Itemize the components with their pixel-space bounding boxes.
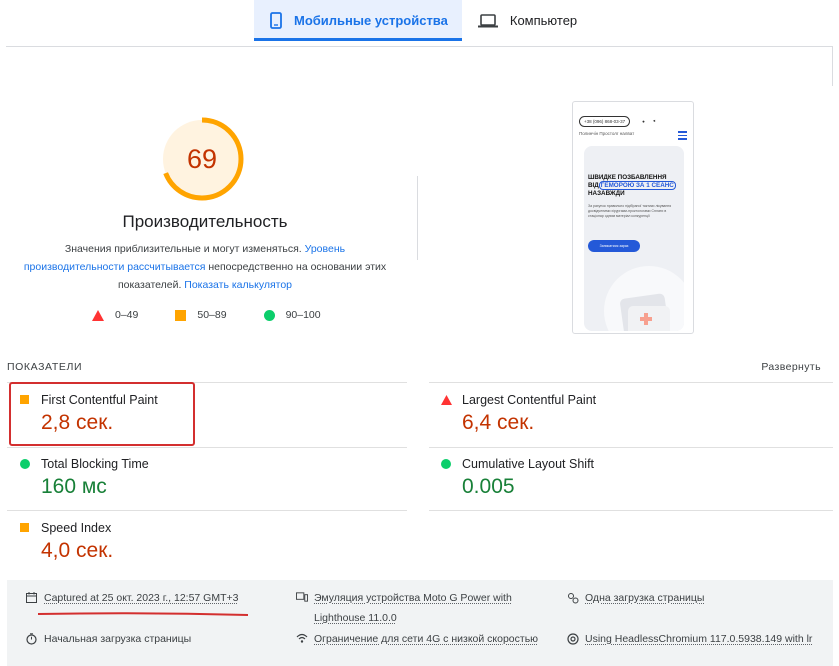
laptop-icon: [477, 13, 498, 28]
phone-icon: [270, 12, 282, 29]
red-triangle-icon: [92, 309, 104, 321]
throttling-item: Ограничение для сети 4G с низкой скорост…: [296, 633, 538, 645]
medical-cross-icon: [640, 313, 652, 325]
preview-subtitle: Полинчін Простолг налват: [579, 131, 635, 136]
menu-icon: [678, 131, 687, 142]
captured-item: Captured at 25 окт. 2023 г., 12:57 GMT+3: [26, 592, 238, 604]
preview-headline-2a: ВІД: [588, 182, 599, 189]
legend-poor: 0–49: [92, 309, 138, 321]
browser-item: Using HeadlessChromium 117.0.5938.149 wi…: [567, 633, 812, 645]
legend-good-label: 90–100: [285, 309, 321, 321]
captured-text[interactable]: Captured at 25 окт. 2023 г., 12:57 GMT+3: [44, 592, 238, 604]
single-load-icon: [567, 592, 579, 604]
device-tabs: Мобильные устройства Компьютер: [254, 0, 591, 41]
metric-divider: [429, 447, 833, 448]
vertical-divider: [417, 176, 418, 260]
red-underline: [38, 612, 248, 616]
desc-text-1: Значения приблизительные и могут изменят…: [64, 243, 305, 255]
orange-square-icon: [175, 309, 187, 321]
performance-description: Значения приблизительные и могут изменят…: [20, 240, 390, 294]
metric-divider: [7, 510, 407, 511]
preview-body: За рахунок правильно підібраної тактики …: [588, 204, 672, 218]
preview-topbar: +38 (096) 868-03-37 ● ◂: [579, 115, 655, 127]
single-load-item: Одна загрузка страницы: [567, 592, 704, 604]
tab-desktop-label: Компьютер: [509, 13, 578, 28]
preview-phone: +38 (096) 868-03-37: [579, 115, 631, 127]
green-circle-icon: [20, 459, 30, 469]
metric-value: 160 мс: [41, 475, 107, 498]
initial-load-text: Начальная загрузка страницы: [44, 633, 192, 645]
telegram-icon: ◂: [652, 118, 656, 123]
browser-text[interactable]: Using HeadlessChromium 117.0.5938.149 wi…: [585, 633, 812, 645]
legend-poor-label: 0–49: [115, 309, 139, 321]
wifi-icon: [296, 633, 308, 643]
highlight-box: [9, 382, 195, 446]
calendar-icon: [26, 592, 38, 603]
tab-desktop[interactable]: Компьютер: [462, 0, 591, 41]
metric-name: Largest Contentful Paint: [462, 393, 597, 407]
viber-icon: ●: [642, 118, 645, 124]
metric-value: 4,0 сек.: [41, 539, 114, 562]
tab-mobile[interactable]: Мобильные устройства: [254, 0, 462, 41]
right-divider: [832, 46, 833, 86]
devices-icon: [296, 592, 308, 602]
metric-divider: [429, 510, 833, 511]
emulation-item: Эмуляция устройства Moto G Power with Li…: [296, 592, 512, 628]
preview-hero: ШВИДКЕ ПОЗБАВЛЕННЯ ВІД ГЕМОРОЮ ЗА 1 СЕАНС…: [584, 146, 684, 331]
legend-average: 50–89: [175, 309, 227, 321]
tabs-divider: [6, 46, 832, 47]
tab-mobile-label: Мобильные устройства: [294, 13, 448, 28]
green-circle-icon: [441, 459, 451, 469]
metric-name: Speed Index: [41, 521, 112, 535]
emulation-text-1[interactable]: Эмуляция устройства Moto G Power with: [314, 588, 512, 608]
preview-headline: ШВИДКЕ ПОЗБАВЛЕННЯ ВІД ГЕМОРОЮ ЗА 1 СЕАНС…: [588, 174, 684, 198]
calculator-link[interactable]: Показать калькулятор: [184, 279, 292, 291]
metric-name: Cumulative Layout Shift: [462, 457, 595, 471]
orange-square-icon: [20, 523, 29, 532]
green-circle-icon: [263, 309, 275, 321]
metric-value: 0.005: [462, 475, 515, 498]
preview-button: Записатися зараз: [588, 240, 640, 252]
metrics-header: ПОКАЗАТЕЛИ: [7, 361, 83, 373]
throttling-text[interactable]: Ограничение для сети 4G с низкой скорост…: [314, 633, 538, 645]
red-triangle-icon: [441, 395, 452, 405]
score-value: 69: [186, 143, 218, 174]
single-load-text[interactable]: Одна загрузка страницы: [585, 592, 704, 604]
initial-load-item: Начальная загрузка страницы: [26, 633, 191, 645]
timer-icon: [26, 633, 38, 645]
metric-name: Total Blocking Time: [41, 457, 149, 471]
preview-headline-2b: ГЕМОРОЮ ЗА 1 СЕАНС: [598, 181, 676, 190]
chromium-icon: [567, 633, 579, 645]
expand-button[interactable]: Развернуть: [761, 361, 821, 373]
page-screenshot-preview: +38 (096) 868-03-37 ● ◂ Полинчін Простол…: [572, 101, 694, 334]
legend-average-label: 50–89: [197, 309, 227, 321]
metric-value: 6,4 сек.: [462, 411, 535, 434]
metric-divider: [7, 447, 407, 448]
score-legend: 0–49 50–89 90–100: [92, 309, 358, 321]
legend-good: 90–100: [263, 309, 321, 321]
emulation-text-2[interactable]: Lighthouse 11.0.0: [314, 608, 512, 628]
performance-title: Производительность: [122, 212, 288, 231]
preview-headline-3: НАЗАВЖДИ: [588, 190, 625, 197]
metric-divider: [429, 382, 833, 383]
